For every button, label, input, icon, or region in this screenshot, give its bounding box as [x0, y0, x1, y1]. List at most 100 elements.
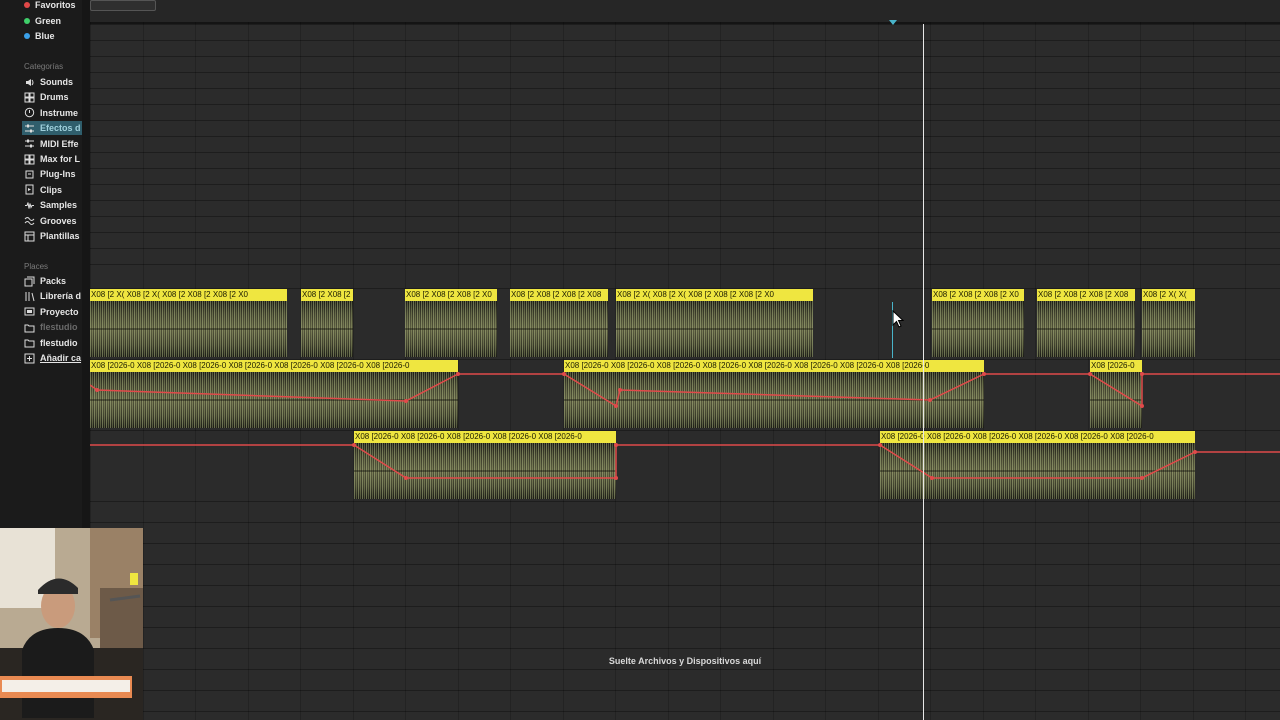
track-lane-divider — [90, 669, 1280, 671]
track-lane-divider — [90, 711, 1280, 713]
beat-gridline — [510, 22, 511, 720]
track-lane-divider — [90, 72, 1280, 74]
folder-icon — [24, 337, 35, 348]
clip-title[interactable]: X08 [2026-0 X08 [2026-0 X08 [2026-0 X08 … — [90, 360, 458, 372]
track-lane-divider — [90, 152, 1280, 154]
sidebar-item-label: Samples — [40, 200, 78, 211]
clip-title[interactable]: X08 [2 X08 [2 — [301, 289, 353, 301]
clip-title[interactable]: X08 [2 X( X( — [1142, 289, 1195, 301]
audio-clip[interactable]: X08 [2 X08 [2 X08 [2 X0 — [405, 289, 497, 357]
sidebar-item-label: Efectos d — [40, 123, 81, 134]
horizontal-scroll-thumb[interactable] — [90, 0, 156, 11]
sidebar-item-instrume[interactable]: Instrume — [24, 106, 82, 120]
sidebar-item-flestudio[interactable]: flestudio — [24, 320, 82, 334]
sidebar-item-anadir-ca[interactable]: Añadir ca — [24, 351, 82, 365]
sidebar-item-label: MIDI Effe — [40, 138, 79, 149]
clip-title[interactable]: X08 [2026-0 X08 [2026-0 X08 [2026-0 X08 … — [564, 360, 984, 372]
sidebar-item-proyecto[interactable]: Proyecto — [24, 305, 82, 319]
sidebar-item-samples[interactable]: Samples — [24, 198, 82, 212]
clip-title[interactable]: X08 [2026-0 X08 [2026-0 X08 [2026-0 X08 … — [354, 431, 616, 443]
audio-clip[interactable]: X08 [2 X08 [2 X08 [2 X0 — [932, 289, 1024, 357]
sidebar-tag-blue[interactable]: Blue — [24, 29, 82, 43]
clip-title[interactable]: X08 [2026-0 X08 [2026-0 X08 [2026-0 X08 … — [880, 431, 1195, 443]
clip-title[interactable]: X08 [2 X08 [2 X08 [2 X0 — [932, 289, 1024, 301]
beat-gridline — [1035, 22, 1036, 720]
sliders-icon — [24, 123, 35, 134]
clip-title[interactable]: X08 [2 X08 [2 X08 [2 X08 — [510, 289, 608, 301]
beat-gridline — [1088, 22, 1089, 720]
clip-waveform — [301, 301, 353, 357]
plug-icon — [24, 169, 35, 180]
library-icon — [24, 291, 35, 302]
color-dot-icon — [24, 33, 30, 39]
clip-waveform — [405, 301, 497, 357]
sliders-icon — [24, 138, 35, 149]
grid-icon — [24, 154, 35, 165]
sidebar-item-libreria-d[interactable]: Librería d — [24, 289, 82, 303]
sidebar-item-drums[interactable]: Drums — [24, 90, 82, 104]
sidebar-item-grooves[interactable]: Grooves — [24, 214, 82, 228]
template-icon — [24, 231, 35, 242]
track-lane-divider — [90, 585, 1280, 587]
clip-waveform — [90, 301, 287, 357]
audio-clip[interactable]: X08 [2 X( X08 [2 X( X08 [2 X08 [2 X08 [2… — [90, 289, 287, 357]
wave-icon — [24, 215, 35, 226]
sidebar-tag-green[interactable]: Green — [24, 14, 82, 28]
clip-waveform — [564, 372, 984, 428]
audio-clip[interactable]: X08 [2026-0 X08 [2026-0 X08 [2026-0 X08 … — [354, 431, 616, 499]
audio-clip[interactable]: X08 [2 X( X( — [1142, 289, 1195, 357]
beat-gridline — [1245, 22, 1246, 720]
track-lane-divider — [90, 136, 1280, 138]
audio-clip[interactable]: X08 [2026-0 X08 [2026-0 X08 [2026-0 X08 … — [880, 431, 1195, 499]
audio-clip[interactable]: X08 [2026-0 X08 [2026-0 X08 [2026-0 X08 … — [90, 360, 458, 428]
sidebar-item-label: Proyecto — [40, 306, 79, 317]
track-lane-divider — [90, 104, 1280, 106]
arrangement-timeline-bar[interactable] — [90, 0, 1280, 24]
project-icon — [24, 306, 35, 317]
clip-title[interactable]: X08 [2026-0 — [1090, 360, 1142, 372]
sidebar-item-packs[interactable]: Packs — [24, 274, 82, 288]
clip-waveform — [1037, 301, 1135, 357]
sidebar-item-label: Drums — [40, 92, 69, 103]
track-lane-divider — [90, 606, 1280, 608]
drop-files-hint: Suelte Archivos y Dispositivos aquí — [608, 656, 762, 666]
track-lane-divider — [90, 88, 1280, 90]
speaker-icon — [24, 77, 35, 88]
sidebar-item-plantillas[interactable]: Plantillas — [24, 229, 82, 243]
clip-title[interactable]: X08 [2 X08 [2 X08 [2 X0 — [405, 289, 497, 301]
sidebar-item-label: Instrume — [40, 107, 79, 118]
sidebar-item-label: Packs — [40, 276, 67, 286]
track-lane-divider — [90, 200, 1280, 202]
arrangement-view[interactable]: X08 [2 X( X08 [2 X( X08 [2 X08 [2 X08 [2… — [90, 0, 1280, 720]
sidebar-item-clips[interactable]: Clips — [24, 183, 82, 197]
sidebar-item-midi-effe[interactable]: MIDI Effe — [24, 137, 82, 151]
audio-clip[interactable]: X08 [2 X08 [2 X08 [2 X08 — [510, 289, 608, 357]
sidebar-item-plug-ins[interactable]: Plug-Ins — [24, 167, 82, 181]
audio-clip[interactable]: X08 [2 X08 [2 X08 [2 X08 — [1037, 289, 1135, 357]
grid-icon — [24, 92, 35, 103]
track-lane-divider — [90, 56, 1280, 58]
audio-clip[interactable]: X08 [2026-0 X08 [2026-0 X08 [2026-0 X08 … — [564, 360, 984, 428]
track-lane-divider — [90, 690, 1280, 692]
sidebar-tag-favoritos[interactable]: Favoritos — [24, 0, 82, 12]
track-lane-divider — [90, 564, 1280, 566]
sidebar-item-max-for-l[interactable]: Max for L — [24, 152, 82, 166]
clip-title[interactable]: X08 [2 X08 [2 X08 [2 X08 — [1037, 289, 1135, 301]
loop-start-marker[interactable] — [889, 20, 897, 25]
clip-waveform — [1090, 372, 1142, 428]
audio-clip[interactable]: X08 [2 X08 [2 — [301, 289, 353, 357]
clip-waveform — [616, 301, 813, 357]
track-lane-divider — [90, 232, 1280, 234]
track-lane-divider — [90, 501, 1280, 503]
sidebar-item-flestudio[interactable]: flestudio — [24, 336, 82, 350]
sidebar-item-sounds[interactable]: Sounds — [24, 75, 82, 89]
clip-title[interactable]: X08 [2 X( X08 [2 X( X08 [2 X08 [2 X08 [2… — [90, 289, 287, 301]
track-lane-divider — [90, 40, 1280, 42]
audio-clip[interactable]: X08 [2026-0 — [1090, 360, 1142, 428]
clip-title[interactable]: X08 [2 X( X08 [2 X( X08 [2 X08 [2 X08 [2… — [616, 289, 813, 301]
mouse-cursor-icon — [892, 310, 905, 328]
sidebar-item-efectos-d[interactable]: Efectos d — [22, 121, 82, 136]
audio-clip[interactable]: X08 [2 X( X08 [2 X( X08 [2 X08 [2 X08 [2… — [616, 289, 813, 357]
playhead[interactable] — [923, 24, 924, 720]
folder-icon — [24, 322, 35, 333]
